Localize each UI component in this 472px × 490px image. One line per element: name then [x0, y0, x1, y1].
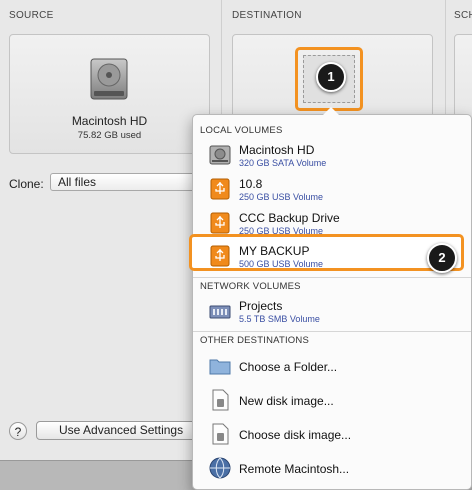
destination-option-label: Choose disk image... — [239, 428, 352, 442]
volume-detail: 320 GB SATA Volume — [239, 158, 327, 168]
menu-separator — [193, 277, 471, 278]
source-name: Macintosh HD — [71, 114, 148, 128]
folder-icon — [209, 359, 231, 375]
clone-label: Clone: — [9, 177, 44, 191]
volume-name: Macintosh HD — [239, 143, 315, 157]
destination-menu: LOCAL VOLUMES Macintosh HD 320 GB SATA V… — [189, 107, 472, 490]
menu-item-new-disk-image[interactable]: New disk image... — [193, 383, 471, 417]
destination-header: DESTINATION — [232, 10, 302, 21]
disk-image-icon — [212, 389, 229, 411]
network-volumes-header: NETWORK VOLUMES — [200, 281, 301, 292]
usb-drive-icon — [210, 212, 230, 234]
usb-drive-icon — [210, 245, 230, 267]
menu-item-10-8[interactable]: 10.8 250 GB USB Volume — [193, 172, 471, 206]
menu-item-remote-macintosh[interactable]: Remote Macintosh... — [193, 451, 471, 485]
volume-name: 10.8 — [239, 177, 263, 191]
destination-option-label: New disk image... — [239, 394, 334, 408]
remote-mac-icon — [209, 457, 231, 479]
help-button[interactable]: ? — [9, 422, 27, 440]
menu-item-macintosh-hd[interactable]: Macintosh HD 320 GB SATA Volume — [193, 138, 471, 172]
source-header: SOURCE — [9, 10, 54, 21]
destination-option-label: Choose a Folder... — [239, 360, 338, 374]
menu-item-projects[interactable]: Projects 5.5 TB SMB Volume — [193, 294, 471, 328]
callout-badge-2: 2 — [427, 243, 457, 273]
volume-detail: 250 GB USB Volume — [239, 192, 324, 202]
source-well[interactable]: Macintosh HD 75.82 GB used — [9, 34, 210, 154]
usb-drive-icon — [210, 178, 230, 200]
clone-dropdown[interactable]: All files — [50, 173, 200, 191]
advanced-settings-button[interactable]: Use Advanced Settings — [36, 421, 196, 440]
menu-separator — [193, 331, 471, 332]
menu-pointer — [323, 107, 339, 115]
internal-disk-icon — [209, 145, 231, 165]
disk-image-icon — [212, 423, 229, 445]
volume-detail: 500 GB USB Volume — [239, 259, 324, 269]
callout-badge-1: 1 — [316, 62, 346, 92]
menu-item-choose-disk-image[interactable]: Choose disk image... — [193, 417, 471, 451]
local-volumes-header: LOCAL VOLUMES — [200, 125, 283, 136]
other-destinations-header: OTHER DESTINATIONS — [200, 335, 309, 346]
hard-disk-icon — [90, 58, 128, 100]
volume-detail: 5.5 TB SMB Volume — [239, 314, 320, 324]
network-volume-icon — [209, 305, 231, 319]
volume-name: CCC Backup Drive — [239, 211, 340, 225]
menu-item-choose-folder[interactable]: Choose a Folder... — [193, 349, 471, 383]
volume-name: Projects — [239, 299, 283, 313]
source-size: 75.82 GB used — [77, 130, 142, 141]
schedule-header: SCH — [454, 10, 472, 21]
destination-option-label: Remote Macintosh... — [239, 462, 350, 476]
volume-name: MY BACKUP — [239, 244, 310, 258]
